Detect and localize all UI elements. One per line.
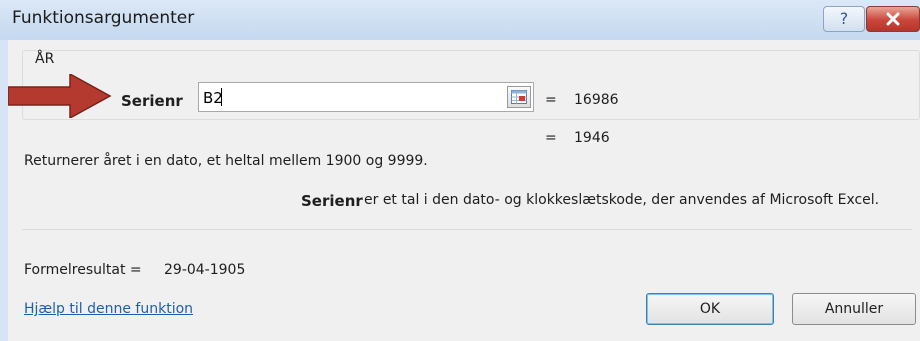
divider [22, 229, 912, 230]
range-select-icon [511, 90, 527, 104]
argument-result-value: 16986 [574, 92, 619, 108]
argument-help-name: Serienr [301, 192, 363, 210]
argument-label: Serienr [121, 92, 183, 110]
ok-button-label: OK [699, 301, 721, 317]
serienr-input[interactable]: B2 [198, 82, 534, 112]
argument-help-text: er et tal i den dato- og klokkeslætskode… [364, 192, 880, 208]
close-button[interactable] [866, 6, 920, 32]
argument-result-equals: = [545, 92, 557, 108]
serienr-input-value: B2 [203, 89, 223, 107]
help-button-label: ? [839, 9, 849, 28]
annotation-arrow-icon [8, 74, 112, 118]
close-icon [886, 12, 900, 26]
function-name: ÅR [35, 51, 55, 67]
function-result-equals: = [545, 130, 557, 146]
cancel-button[interactable]: Annuller [792, 293, 916, 325]
help-link[interactable]: Hjælp til denne funktion [24, 301, 193, 317]
formula-result-value: 29-04-1905 [164, 262, 246, 278]
ok-button[interactable]: OK [646, 293, 774, 325]
collapse-dialog-button[interactable] [507, 86, 531, 108]
title-bar: Funktionsargumenter ? [0, 0, 920, 40]
dialog-body: ÅR Serienr B2 = 16986 = 1946 Returnerer … [8, 40, 920, 341]
function-description: Returnerer året i en dato, et heltal mel… [24, 153, 428, 169]
cancel-button-label: Annuller [824, 301, 884, 317]
function-result-value: 1946 [574, 130, 610, 146]
formula-result-label: Formelresultat = [24, 262, 142, 278]
help-button[interactable]: ? [823, 6, 865, 32]
text-caret [221, 88, 222, 106]
window-title: Funktionsargumenter [12, 8, 195, 28]
